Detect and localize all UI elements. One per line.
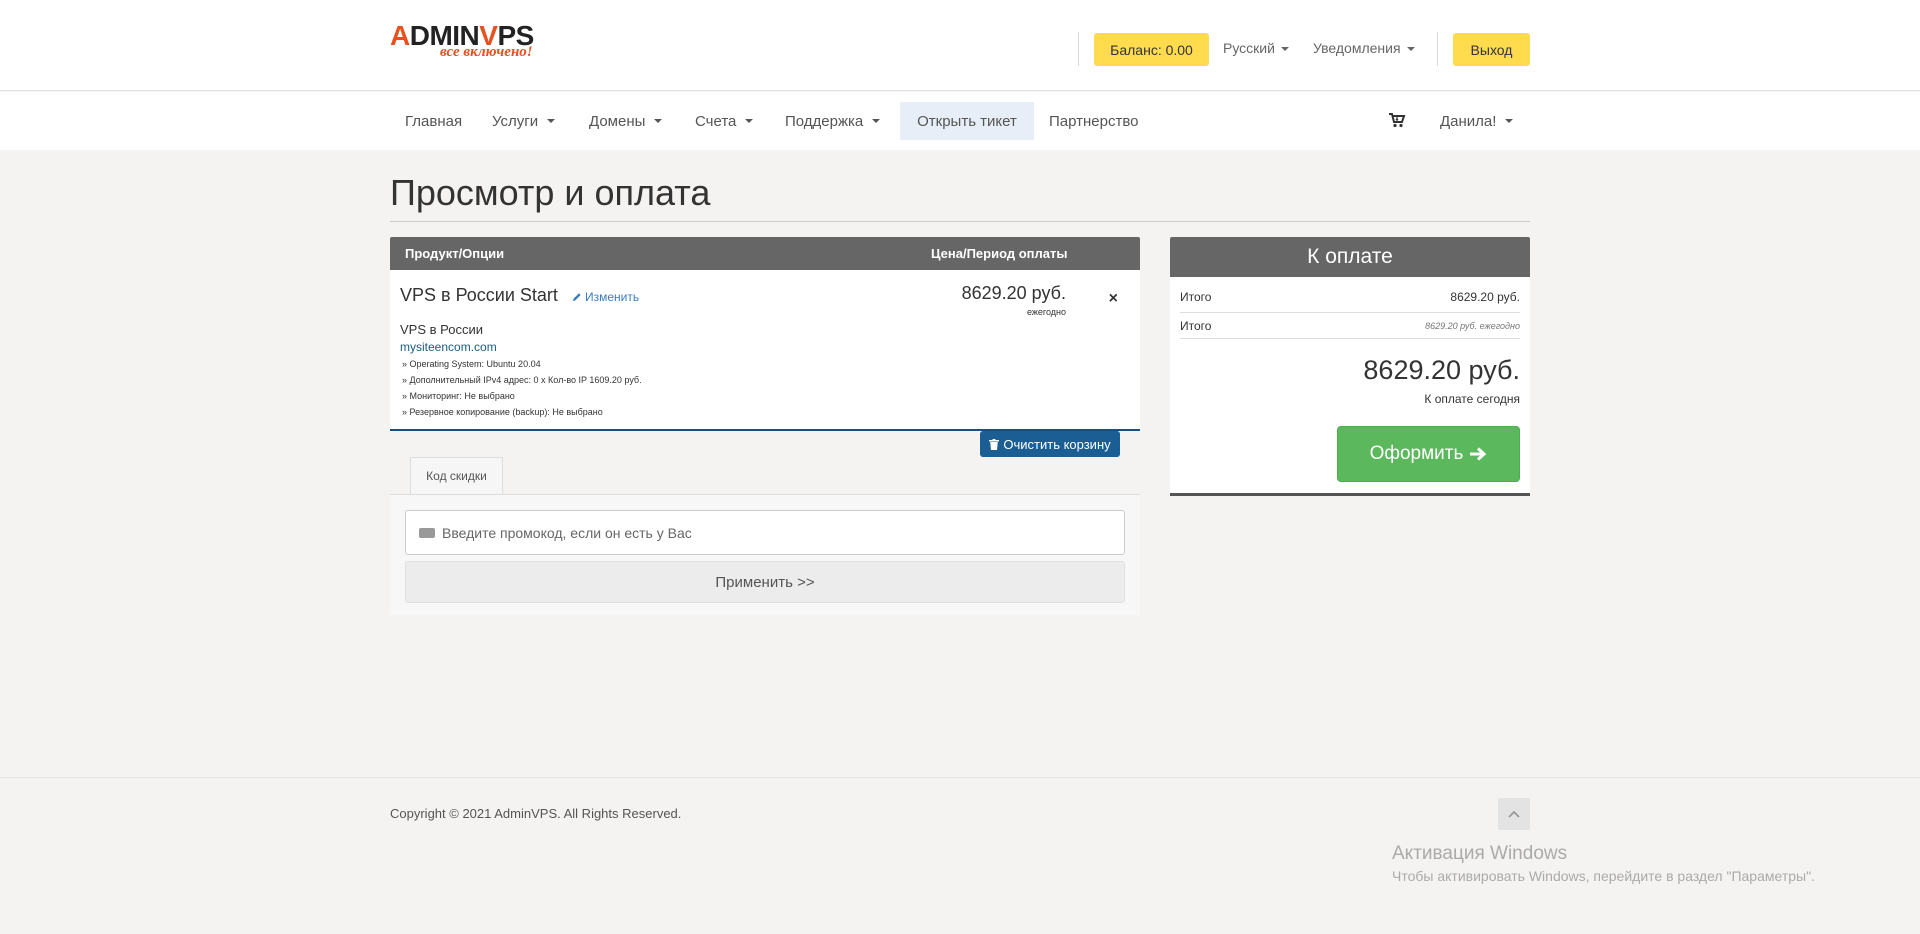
nav-item-affiliates[interactable]: Партнерство [1034,102,1154,140]
checkout-button[interactable]: Оформить [1337,426,1520,482]
cart-table: Продукт/Опции Цена/Период оплаты VPS в Р… [390,237,1140,431]
arrow-right-icon [1470,447,1487,461]
caret-down-icon [547,119,556,123]
tab-promo-code[interactable]: Код скидки [410,457,503,494]
copyright: Copyright © 2021 AdminVPS. All Rights Re… [390,806,682,821]
promo-code-input[interactable]: Введите промокод, если он есть у Вас [405,510,1125,555]
balance-button[interactable]: Баланс: 0.00 [1094,33,1209,66]
site-footer: Copyright © 2021 AdminVPS. All Rights Re… [0,777,1920,934]
product-domain: mysiteencom.com [400,340,497,354]
remove-item-icon[interactable]: × [1109,290,1118,308]
chevron-up-icon [1508,810,1520,818]
cart-table-header: Продукт/Опции Цена/Период оплаты [390,237,1140,270]
divider [1180,312,1520,313]
divider [390,221,1530,222]
main-nav: Главная Услуги Домены Счета Поддержка От… [0,92,1920,150]
edit-product-link[interactable]: Изменить [572,290,639,304]
product-option: » Operating System: Ubuntu 20.04 [402,359,541,369]
windows-activation-subtitle: Чтобы активировать Windows, перейдите в … [1392,868,1815,884]
back-to-top-button[interactable] [1498,798,1530,830]
caret-down-icon [1505,119,1514,123]
trash-icon [989,438,1000,450]
product-option: » Дополнительный IPv4 адрес: 0 x Кол-во … [402,375,642,385]
billing-period: ежегодно [1026,307,1066,317]
ticket-icon [419,528,435,538]
subtotal-row: Итого 8629.20 руб. [1180,290,1520,304]
nav-item-domains[interactable]: Домены [574,102,677,140]
column-header-product: Продукт/Опции [405,246,505,261]
notifications-dropdown[interactable]: Уведомления [1313,40,1415,56]
apply-promo-button[interactable]: Применить >> [405,561,1125,603]
divider [1180,338,1520,339]
clear-cart-button[interactable]: Очистить корзину [980,431,1120,457]
product-option: » Резервное копирование (backup): Не выб… [402,407,603,417]
page-title: Просмотр и оплата [390,172,711,213]
caret-down-icon [872,119,881,123]
caret-down-icon [1406,47,1415,52]
order-summary: К оплате Итого 8629.20 руб. Итого 8629.2… [1170,237,1530,496]
promo-section: Код скидки Введите промокод, если он ест… [390,457,1140,615]
logo-slogan: все включено! [440,44,533,60]
pencil-icon [573,293,581,301]
product-name: VPS в России Start [400,285,558,305]
caret-down-icon [1280,47,1289,52]
recurring-row: Итого 8629.20 руб. ежегодно [1180,319,1520,333]
product-price: 8629.20 руб. [961,283,1066,303]
nav-item-services[interactable]: Услуги [477,102,570,140]
nav-item-home[interactable]: Главная [390,102,477,140]
product-option: » Мониторинг: Не выбрано [402,391,515,401]
promo-panel: Введите промокод, если он есть у Вас При… [390,495,1140,615]
total-due: 8629.20 руб. [1363,355,1520,385]
logo[interactable]: ADMINVPS все включено! [390,22,560,62]
logout-button[interactable]: Выход [1453,33,1530,66]
nav-item-open-ticket[interactable]: Открыть тикет [900,102,1034,140]
divider [1078,32,1079,66]
cart-item-row: VPS в России Start Изменить VPS в России… [390,270,1140,431]
language-dropdown[interactable]: Русский [1223,40,1289,56]
cart-icon[interactable] [1388,112,1406,128]
caret-down-icon [745,119,754,123]
order-summary-title: К оплате [1170,237,1530,277]
product-group: VPS в России [400,322,483,337]
divider [1437,32,1438,66]
user-menu[interactable]: Данила! [1425,102,1528,140]
caret-down-icon [654,119,663,123]
site-header: ADMINVPS все включено! Баланс: 0.00 Русс… [0,0,1920,91]
nav-item-support[interactable]: Поддержка [770,102,895,140]
nav-item-invoices[interactable]: Счета [680,102,768,140]
column-header-price: Цена/Период оплаты [931,246,1068,261]
due-today-label: К оплате сегодня [1424,392,1520,406]
windows-activation-title: Активация Windows [1392,843,1568,864]
